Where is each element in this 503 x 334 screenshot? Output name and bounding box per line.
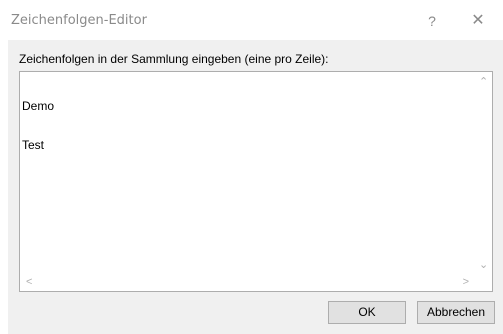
help-button[interactable]: ?: [417, 9, 447, 33]
strings-textarea[interactable]: Demo Test ⌃ ⌄ < >: [19, 71, 493, 292]
scroll-right-icon[interactable]: >: [463, 277, 469, 288]
dialog-body: Zeichenfolgen in der Sammlung eingeben (…: [8, 40, 503, 334]
close-icon: ✕: [471, 12, 485, 29]
scroll-left-icon[interactable]: <: [26, 277, 32, 288]
text-line: Demo: [22, 99, 55, 113]
close-button[interactable]: ✕: [463, 9, 493, 33]
title-bar: Zeichenfolgen-Editor ? ✕: [0, 0, 503, 40]
scroll-up-icon[interactable]: ⌃: [479, 77, 488, 88]
scroll-down-icon[interactable]: ⌄: [479, 260, 488, 271]
horizontal-scrollbar[interactable]: < >: [20, 274, 475, 291]
ok-button[interactable]: OK: [328, 301, 406, 324]
vertical-scrollbar[interactable]: ⌃ ⌄: [475, 72, 492, 274]
instruction-label: Zeichenfolgen in der Sammlung eingeben (…: [19, 52, 329, 66]
window-title: Zeichenfolgen-Editor: [11, 13, 147, 28]
text-line: Test: [22, 138, 45, 152]
cancel-button[interactable]: Abbrechen: [417, 301, 495, 324]
textarea-content: Demo Test: [22, 74, 54, 178]
help-icon: ?: [428, 13, 436, 29]
